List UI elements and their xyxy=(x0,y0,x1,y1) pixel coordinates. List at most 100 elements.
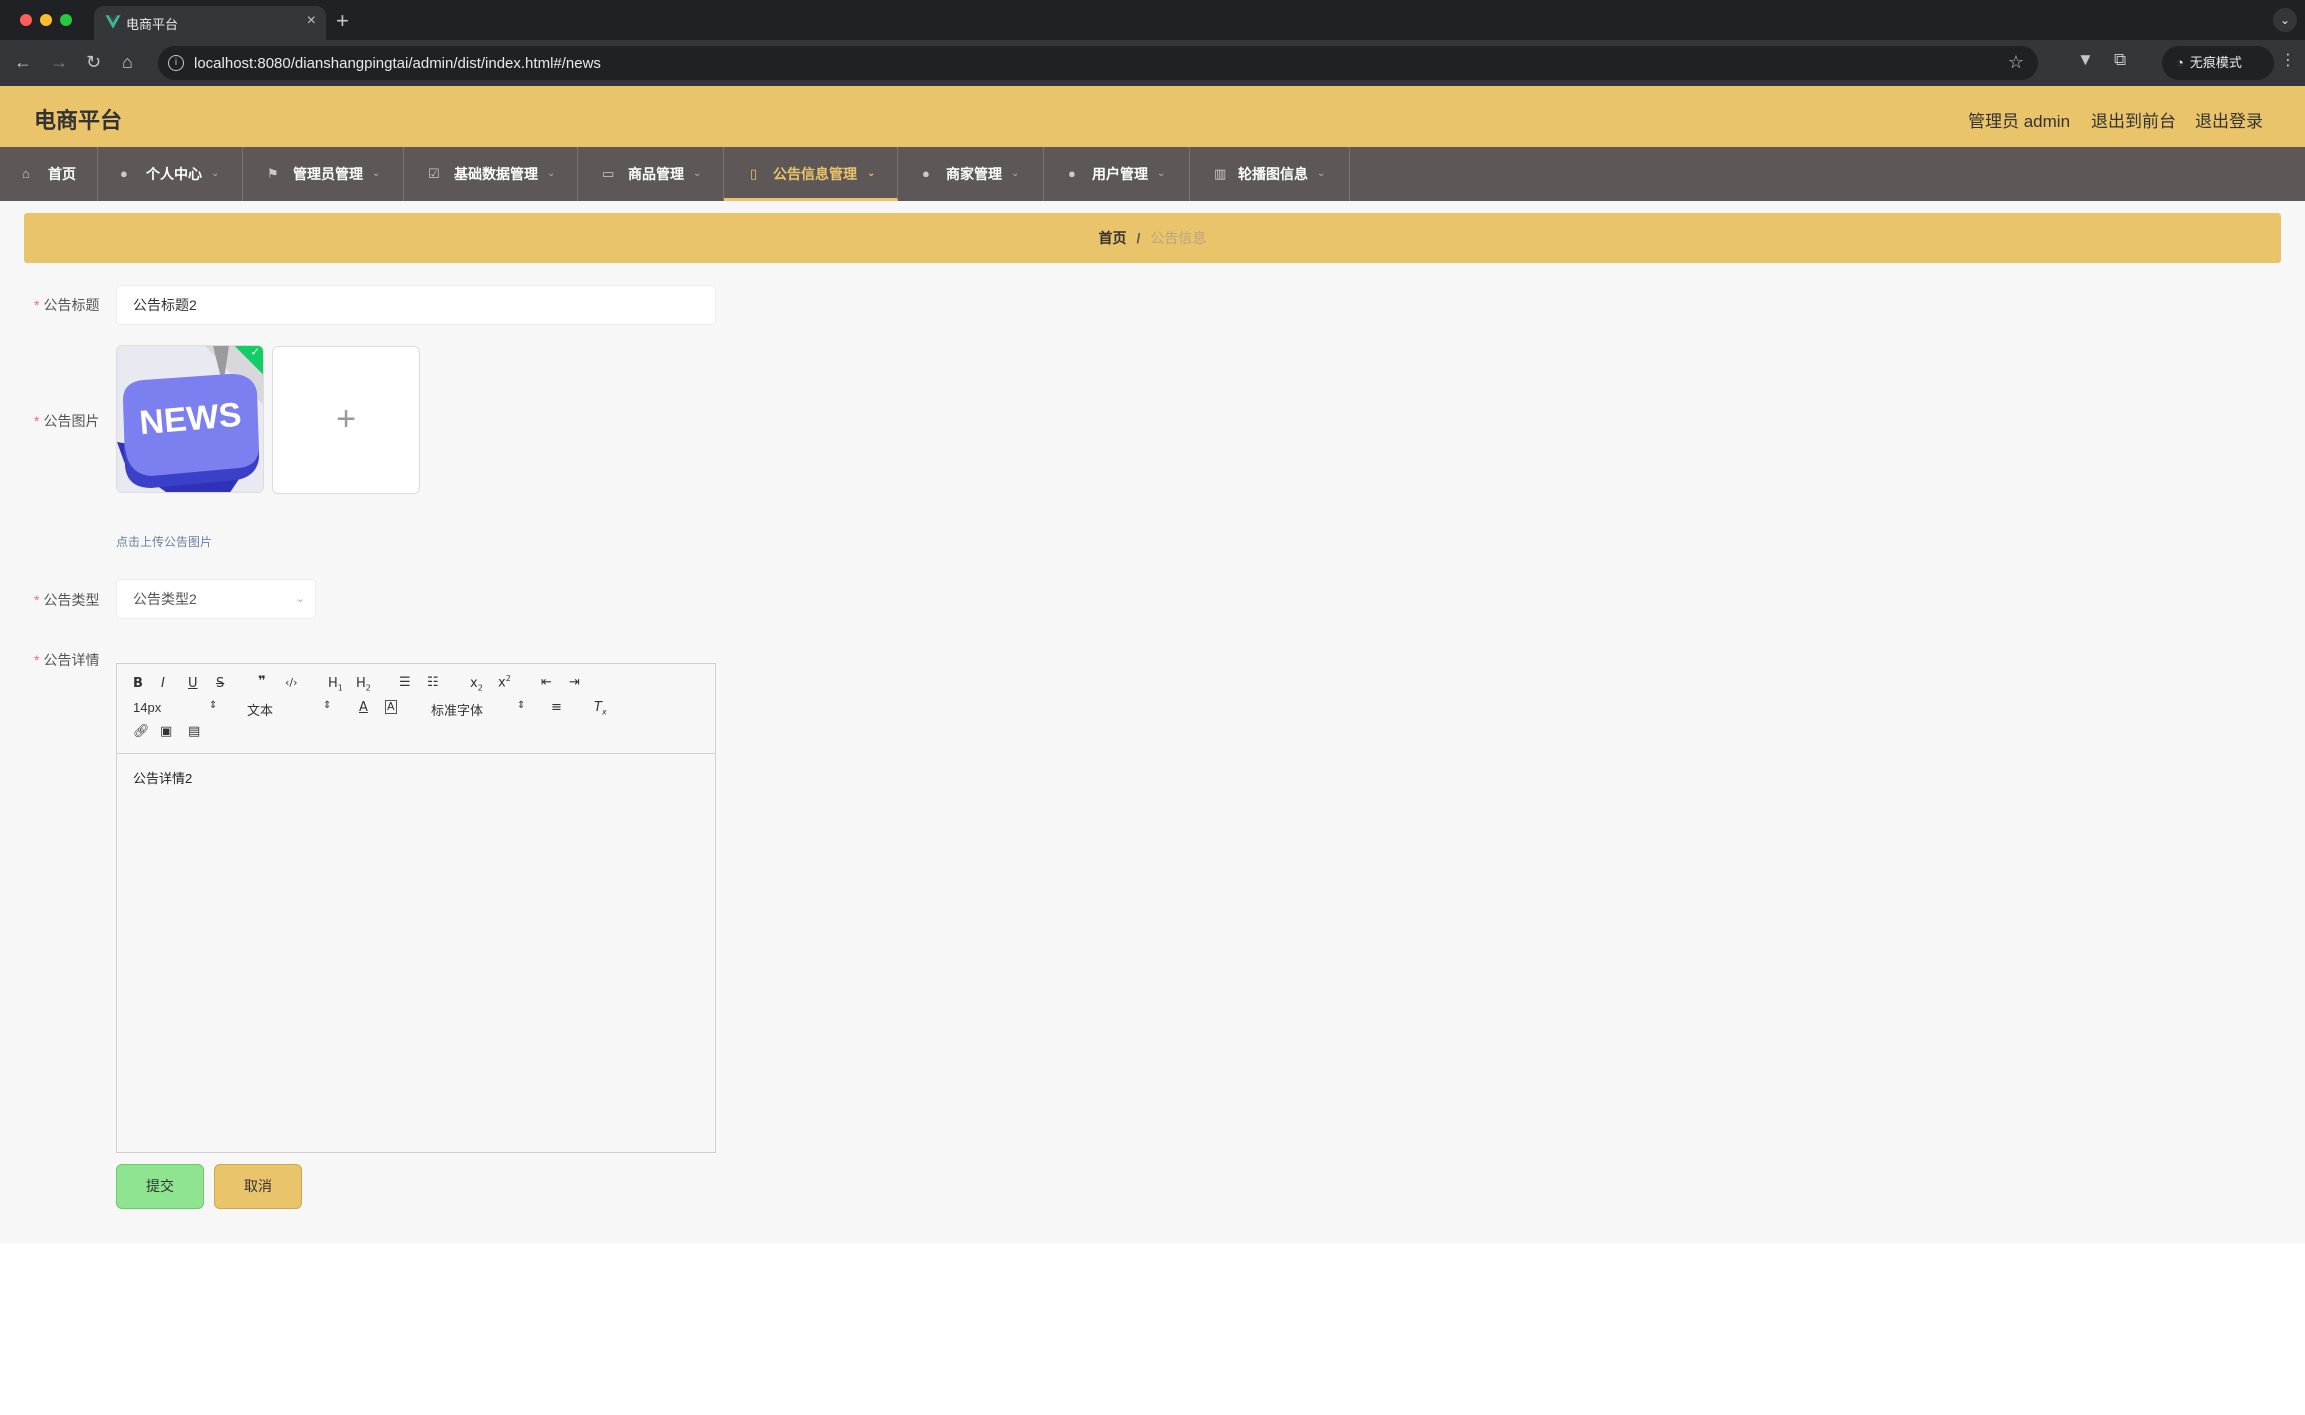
breadcrumb-current: 公告信息 xyxy=(1150,230,1207,246)
nav-item-home[interactable]: ⌂ 首页 xyxy=(0,147,98,201)
nav-label: 轮播图信息 xyxy=(1238,166,1308,182)
strikethrough-icon[interactable]: S xyxy=(216,676,224,691)
nav-item-merchants[interactable]: ● 商家管理 ⌄ xyxy=(898,147,1044,201)
news-image: NEWS xyxy=(117,346,263,492)
main-nav: ⌂ 首页 ● 个人中心 ⌄ ⚑ 管理员管理 ⌄ ☑ 基础数据管理 ⌄ ▭ 商品管… xyxy=(0,147,2305,201)
code-block-icon[interactable]: ‹/› xyxy=(285,676,298,689)
url-text: localhost:8080/dianshangpingtai/admin/di… xyxy=(194,55,601,72)
tab-search-icon[interactable]: ⌄ xyxy=(2273,8,2297,32)
align-icon[interactable]: ≡ xyxy=(551,700,562,715)
browser-menu-icon[interactable]: ⋮ xyxy=(2280,50,2296,70)
bookmark-star-icon[interactable]: ☆ xyxy=(2008,52,2024,73)
nav-item-products[interactable]: ▭ 商品管理 ⌄ xyxy=(578,147,724,201)
title-input[interactable]: 公告标题2 xyxy=(116,285,716,325)
cancel-button[interactable]: 取消 xyxy=(214,1164,302,1209)
uploaded-image-thumbnail[interactable]: NEWS ✓ xyxy=(116,345,264,493)
clear-format-icon[interactable]: Tx xyxy=(594,700,607,717)
required-mark: * xyxy=(34,652,40,668)
title-label: * 公告标题 xyxy=(34,295,99,315)
chevron-down-icon: ⌄ xyxy=(1011,168,1020,179)
font-family-select[interactable]: 标准字体 ⇕ xyxy=(431,700,527,719)
breadcrumb: 首页 / 公告信息 xyxy=(24,213,2281,263)
card-icon: ▭ xyxy=(602,166,615,181)
background-color-icon[interactable]: A xyxy=(385,700,397,714)
header-select[interactable]: 文本 ⇕ xyxy=(247,700,333,719)
nav-label: 商品管理 xyxy=(628,166,684,182)
link-icon[interactable]: 🔗︎ xyxy=(133,724,150,739)
ordered-list-icon[interactable]: ☰ xyxy=(399,675,411,690)
nav-label: 管理员管理 xyxy=(293,166,363,182)
chevron-down-icon: ⌄ xyxy=(867,168,876,179)
heading1-icon[interactable]: H1 xyxy=(328,676,343,693)
reload-icon[interactable]: ↻ xyxy=(86,52,101,73)
label-text: 公告标题 xyxy=(43,297,100,313)
image-insert-icon[interactable]: ▣ xyxy=(160,724,172,739)
label-text: 公告图片 xyxy=(43,413,100,429)
nav-item-users[interactable]: ● 用户管理 ⌄ xyxy=(1044,147,1190,201)
zoom-window-dot[interactable] xyxy=(60,14,72,26)
italic-icon[interactable]: I xyxy=(161,676,165,691)
editor-content[interactable]: 公告详情2 xyxy=(133,768,192,787)
heading2-icon[interactable]: H2 xyxy=(356,676,371,693)
new-tab-icon[interactable]: + xyxy=(336,8,349,34)
select-arrows-icon: ⇕ xyxy=(323,700,332,711)
required-mark: * xyxy=(34,592,40,608)
check-icon: ✓ xyxy=(250,346,260,359)
incognito-label: 无痕模式 xyxy=(2189,55,2242,70)
nav-item-admins[interactable]: ⚑ 管理员管理 ⌄ xyxy=(243,147,404,201)
type-select[interactable]: 公告类型2 ⌄ xyxy=(116,579,316,619)
nav-item-announcements[interactable]: ▯ 公告信息管理 ⌄ xyxy=(724,147,898,201)
nav-item-profile[interactable]: ● 个人中心 ⌄ xyxy=(98,147,243,201)
chevron-down-icon: ⌄ xyxy=(372,168,381,179)
minimize-window-dot[interactable] xyxy=(40,14,52,26)
bold-icon[interactable]: B xyxy=(133,676,143,691)
nav-item-carousel[interactable]: ▥ 轮播图信息 ⌄ xyxy=(1190,147,1350,201)
required-mark: * xyxy=(34,413,40,429)
logout-link[interactable]: 退出登录 xyxy=(2195,107,2263,132)
close-window-dot[interactable] xyxy=(20,14,32,26)
font-size-value: 14px xyxy=(133,700,162,715)
nav-label: 商家管理 xyxy=(946,166,1002,182)
underline-icon[interactable]: U xyxy=(188,676,198,691)
indent-icon[interactable]: ⇥ xyxy=(569,675,580,690)
submit-button[interactable]: 提交 xyxy=(116,1164,204,1209)
back-icon[interactable]: ← xyxy=(14,52,32,73)
home-browser-icon[interactable]: ⌂ xyxy=(122,52,133,73)
nav-label: 公告信息管理 xyxy=(773,166,857,182)
nav-label: 个人中心 xyxy=(146,166,202,182)
detail-label: * 公告详情 xyxy=(34,650,99,670)
vue-devtools-icon[interactable]: ▼ xyxy=(2077,50,2094,70)
chevron-down-icon: ⌄ xyxy=(693,168,702,179)
back-to-front-link[interactable]: 退出到前台 xyxy=(2091,107,2176,132)
image-label: * 公告图片 xyxy=(34,411,99,431)
bullet-list-icon[interactable]: ☷ xyxy=(427,675,439,690)
superscript-icon[interactable]: x2 xyxy=(498,674,511,690)
editor-toolbar: B I U S ❞ ‹/› H1 H2 ☰ ☷ x2 x2 ⇤ ⇥ 14px ⇕ … xyxy=(117,664,715,754)
image-upload-button[interactable]: + xyxy=(272,346,420,494)
location-icon: ● xyxy=(922,166,930,181)
nav-item-base-data[interactable]: ☑ 基础数据管理 ⌄ xyxy=(404,147,578,201)
nav-label: 用户管理 xyxy=(1092,166,1148,182)
select-arrows-icon: ⇕ xyxy=(517,700,526,711)
incognito-indicator[interactable]: ◔ 无痕模式 xyxy=(2162,46,2274,80)
chevron-down-icon: ⌄ xyxy=(547,168,556,179)
type-select-value: 公告类型2 xyxy=(133,591,197,607)
outdent-icon[interactable]: ⇤ xyxy=(541,675,552,690)
video-insert-icon[interactable]: ▤ xyxy=(188,724,200,739)
chevron-down-icon: ⌄ xyxy=(211,168,220,179)
site-info-icon[interactable]: i xyxy=(168,55,184,71)
breadcrumb-home[interactable]: 首页 xyxy=(1099,230,1127,246)
breadcrumb-separator: / xyxy=(1136,230,1141,246)
text-color-icon[interactable]: A xyxy=(359,700,368,715)
upload-hint[interactable]: 点击上传公告图片 xyxy=(116,533,212,550)
address-bar[interactable]: i localhost:8080/dianshangpingtai/admin/… xyxy=(158,46,2038,80)
browser-tab[interactable]: 电商平台 × xyxy=(94,6,326,40)
forward-icon[interactable]: → xyxy=(50,52,68,73)
close-tab-icon[interactable]: × xyxy=(307,12,316,30)
subscript-icon[interactable]: x2 xyxy=(470,676,483,693)
chevron-down-icon: ⌄ xyxy=(1157,168,1166,179)
blockquote-icon[interactable]: ❞ xyxy=(258,674,266,689)
tab-strip: 电商平台 × + ⌄ xyxy=(0,0,2305,40)
extensions-icon[interactable]: ⧉ xyxy=(2114,50,2126,70)
font-size-select[interactable]: 14px ⇕ xyxy=(133,700,219,715)
